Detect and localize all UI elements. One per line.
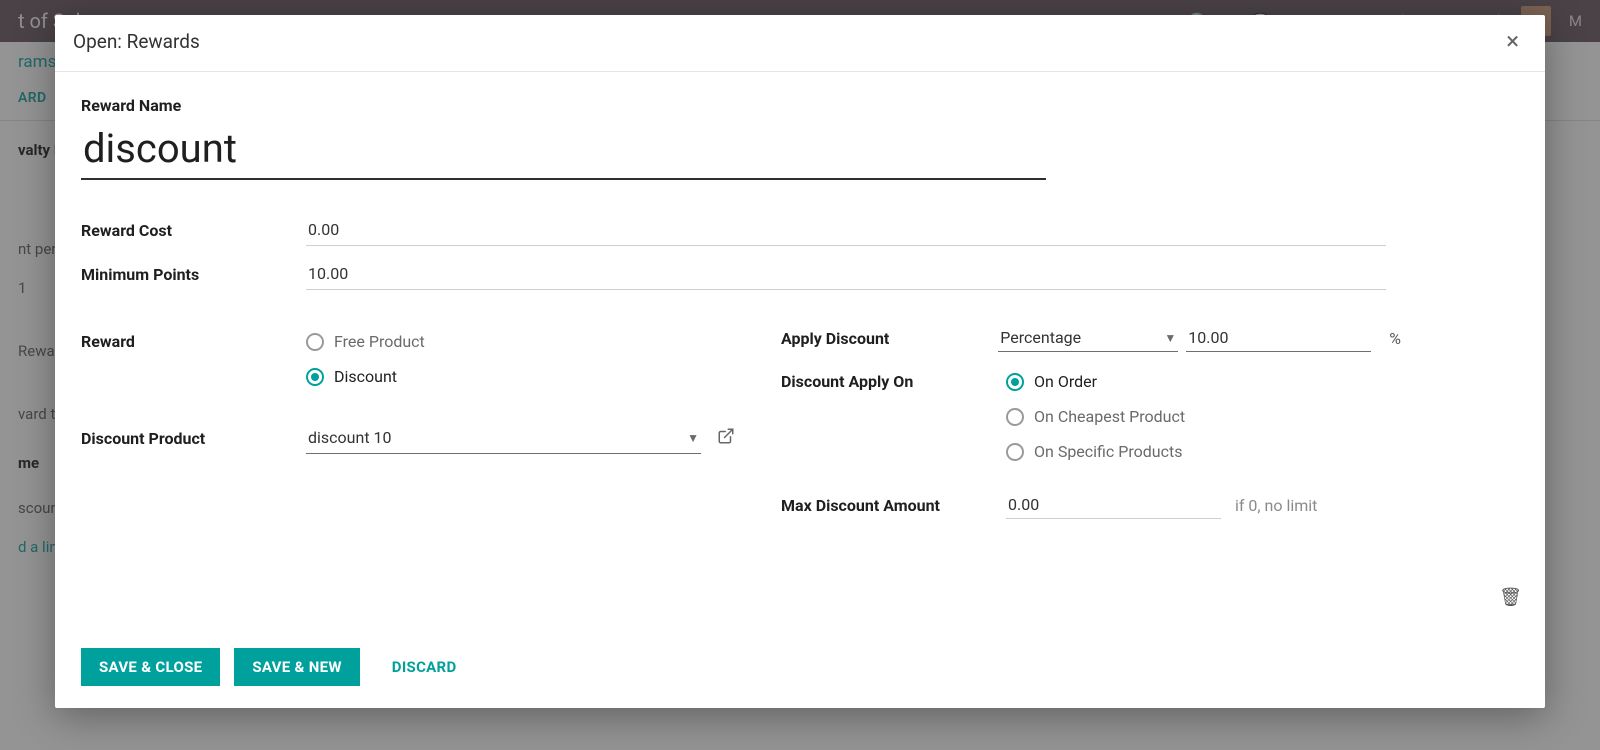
apply-discount-type-value: Percentage bbox=[1000, 328, 1081, 347]
label-reward: Reward bbox=[81, 324, 306, 351]
trash-icon[interactable]: 🗑 bbox=[1499, 587, 1522, 608]
chevron-down-icon: ▼ bbox=[1164, 331, 1176, 345]
modal-title: Open: Rewards bbox=[73, 30, 200, 53]
modal-header: Open: Rewards × bbox=[55, 15, 1545, 72]
save-close-button[interactable]: SAVE & CLOSE bbox=[81, 648, 220, 686]
radio-discount[interactable]: Discount bbox=[306, 359, 781, 394]
radio-on-order-label: On Order bbox=[1034, 372, 1097, 391]
discount-product-select[interactable]: discount 10 ▼ bbox=[306, 422, 701, 454]
close-icon[interactable]: × bbox=[1502, 29, 1523, 53]
label-apply-discount: Apply Discount bbox=[781, 329, 998, 348]
label-reward-cost: Reward Cost bbox=[81, 221, 306, 240]
radio-dot-icon bbox=[306, 368, 324, 386]
label-discount-product: Discount Product bbox=[81, 429, 306, 448]
label-max-discount: Max Discount Amount bbox=[781, 496, 1006, 515]
radio-on-order[interactable]: On Order bbox=[1006, 364, 1401, 399]
apply-discount-unit: % bbox=[1389, 329, 1401, 348]
radio-free-product[interactable]: Free Product bbox=[306, 324, 781, 359]
label-discount-apply-on: Discount Apply On bbox=[781, 364, 1006, 391]
modal-footer: SAVE & CLOSE SAVE & NEW DISCARD bbox=[55, 634, 1545, 708]
discount-product-value: discount 10 bbox=[308, 428, 392, 447]
label-minimum-points: Minimum Points bbox=[81, 265, 306, 284]
minimum-points-input[interactable] bbox=[306, 258, 1386, 290]
apply-discount-value-input[interactable] bbox=[1186, 324, 1371, 352]
external-link-icon[interactable] bbox=[717, 427, 735, 450]
radio-on-cheapest-label: On Cheapest Product bbox=[1034, 407, 1185, 426]
modal-body: Reward Name Reward Cost Minimum Points R… bbox=[55, 72, 1545, 634]
radio-on-cheapest[interactable]: On Cheapest Product bbox=[1006, 399, 1401, 434]
radio-on-specific[interactable]: On Specific Products bbox=[1006, 434, 1401, 469]
max-discount-input[interactable] bbox=[1006, 491, 1221, 519]
label-reward-name: Reward Name bbox=[81, 96, 1507, 115]
radio-dot-icon bbox=[1006, 408, 1024, 426]
modal-rewards: Open: Rewards × Reward Name Reward Cost … bbox=[55, 15, 1545, 708]
radio-on-specific-label: On Specific Products bbox=[1034, 442, 1182, 461]
discard-button[interactable]: DISCARD bbox=[374, 648, 475, 686]
radio-dot-icon bbox=[1006, 443, 1024, 461]
chevron-down-icon: ▼ bbox=[687, 431, 699, 445]
max-discount-hint: if 0, no limit bbox=[1235, 496, 1317, 515]
apply-discount-type-select[interactable]: Percentage ▼ bbox=[998, 324, 1178, 352]
radio-discount-label: Discount bbox=[334, 367, 397, 386]
radio-free-product-label: Free Product bbox=[334, 332, 425, 351]
save-new-button[interactable]: SAVE & NEW bbox=[234, 648, 359, 686]
radio-dot-icon bbox=[1006, 373, 1024, 391]
radio-dot-icon bbox=[306, 333, 324, 351]
reward-cost-input[interactable] bbox=[306, 214, 1386, 246]
reward-name-input[interactable] bbox=[81, 121, 1046, 180]
